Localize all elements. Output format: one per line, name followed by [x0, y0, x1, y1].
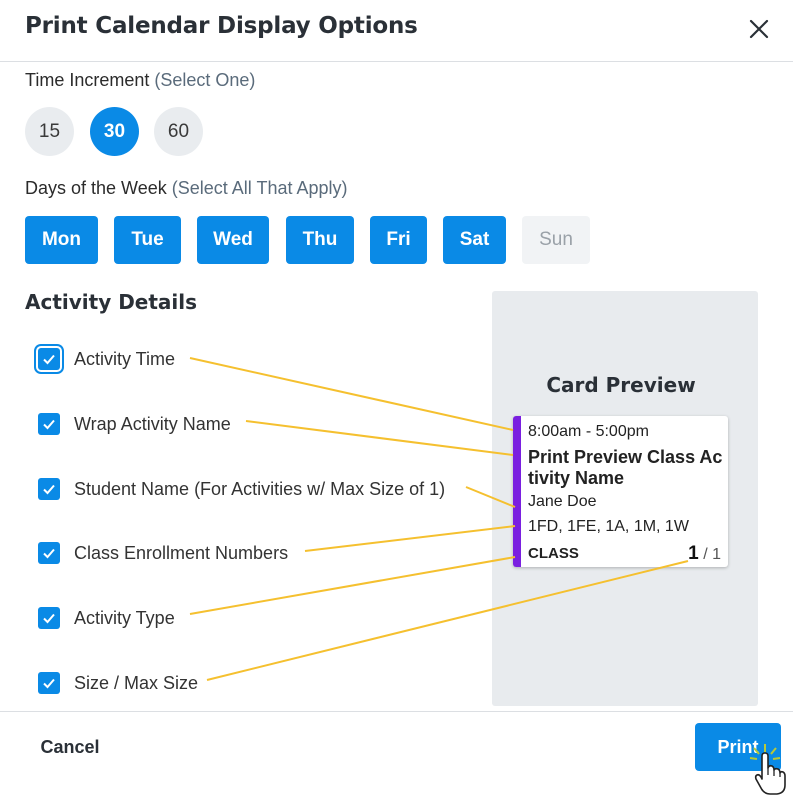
hand-cursor-icon [749, 744, 786, 795]
increment-60-button[interactable]: 60 [154, 107, 203, 156]
cancel-button[interactable]: Cancel [25, 727, 115, 767]
day-button-wed[interactable]: Wed [197, 216, 269, 264]
activity-type-label: Activity Type [74, 607, 175, 628]
card-activity-type: CLASS [528, 545, 579, 562]
card-student-name: Jane Doe [528, 493, 597, 510]
days-of-week-label: Days of the Week (Select All That Apply) [25, 178, 348, 199]
connector-line [189, 357, 514, 431]
days-of-week-label-text: Days of the Week [25, 178, 167, 198]
day-button-mon[interactable]: Mon [25, 216, 98, 264]
checkmark-icon [43, 548, 55, 559]
option-activity-time[interactable]: Activity Time [38, 347, 175, 371]
card-max-size: / 1 [703, 546, 721, 563]
card-preview-title: Card Preview [546, 373, 696, 397]
class-enrollment-numbers-checkbox[interactable] [38, 542, 60, 564]
checkmark-icon [43, 613, 55, 624]
card-time: 8:00am - 5:00pm [528, 423, 649, 440]
day-button-sun[interactable]: Sun [522, 216, 590, 264]
student-name-label: Student Name (For Activities w/ Max Size… [74, 478, 446, 499]
day-button-fri[interactable]: Fri [370, 216, 427, 264]
checkmark-icon [43, 678, 55, 689]
option-student-name[interactable]: Student Name (For Activities w/ Max Size… [38, 477, 445, 501]
activity-time-label: Activity Time [74, 348, 176, 369]
close-icon [749, 19, 769, 39]
day-button-sat[interactable]: Sat [443, 216, 506, 264]
option-class-enrollment-numbers[interactable]: Class Enrollment Numbers [38, 541, 288, 565]
header-divider [0, 61, 793, 62]
student-name-checkbox[interactable] [38, 478, 60, 500]
activity-type-checkbox[interactable] [38, 607, 60, 629]
footer-divider [0, 711, 793, 712]
size-max-size-checkbox[interactable] [38, 672, 60, 694]
time-increment-label: Time Increment (Select One) [25, 70, 255, 91]
connector-line [304, 525, 516, 552]
option-activity-type[interactable]: Activity Type [38, 606, 175, 630]
connector-line [189, 556, 516, 615]
size-max-size-label: Size / Max Size [74, 672, 199, 693]
dialog-title: Print Calendar Display Options [25, 13, 418, 39]
class-enrollment-numbers-label: Class Enrollment Numbers [74, 542, 289, 563]
activity-time-checkbox[interactable] [38, 348, 60, 370]
card-size-value: 1 [688, 543, 699, 564]
checkmark-icon [43, 354, 55, 365]
activity-details-heading: Activity Details [25, 290, 198, 314]
card-size: 1 / 1 [688, 543, 721, 565]
card-activity-name: Print Preview Class Activity Name [528, 447, 723, 488]
days-of-week-hint: (Select All That Apply) [171, 178, 348, 198]
card-enrollment-numbers: 1FD, 1FE, 1A, 1M, 1W [528, 518, 689, 535]
wrap-activity-name-checkbox[interactable] [38, 413, 60, 435]
increment-15-button[interactable]: 15 [25, 107, 74, 156]
preview-card: 8:00am - 5:00pm Print Preview Class Acti… [513, 416, 728, 567]
time-increment-label-text: Time Increment [25, 70, 150, 90]
option-size-max-size[interactable]: Size / Max Size [38, 671, 198, 695]
day-button-thu[interactable]: Thu [286, 216, 354, 264]
wrap-activity-name-label: Wrap Activity Name [74, 413, 231, 434]
checkmark-icon [43, 484, 55, 495]
increment-30-button[interactable]: 30 [90, 107, 139, 156]
card-accent-bar [513, 416, 521, 567]
option-wrap-activity-name[interactable]: Wrap Activity Name [38, 412, 231, 436]
time-increment-hint: (Select One) [154, 70, 256, 90]
connector-line [245, 420, 514, 456]
checkmark-icon [43, 419, 55, 430]
close-button[interactable] [742, 12, 776, 46]
day-button-tue[interactable]: Tue [114, 216, 181, 264]
